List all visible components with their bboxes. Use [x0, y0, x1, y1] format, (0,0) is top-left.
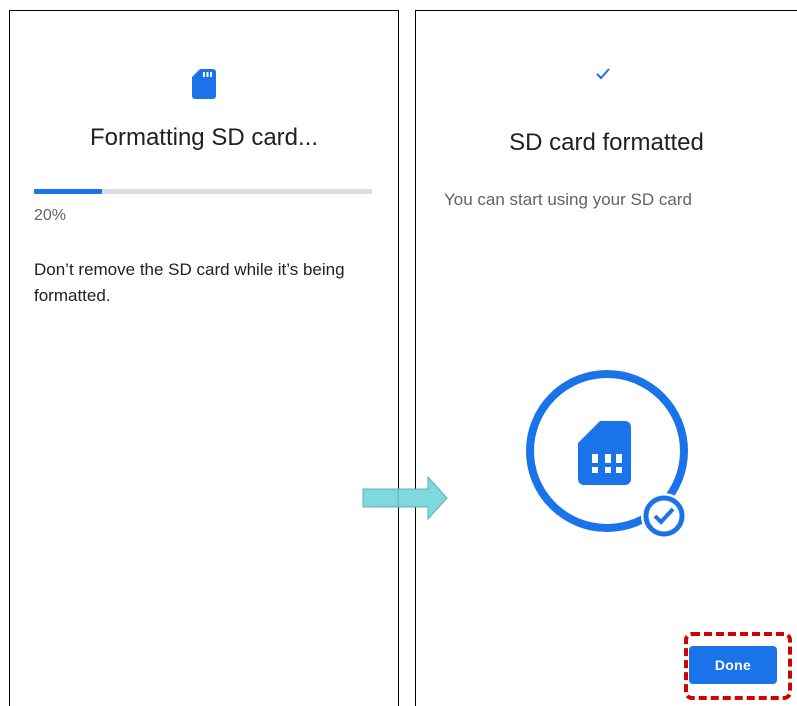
sd-card-icon [192, 69, 216, 99]
transition-arrow-icon [362, 476, 448, 520]
subtitle-text: You can start using your SD card [444, 190, 692, 209]
formatted-screen: SD card formatted You can start using yo… [415, 10, 797, 706]
checkmark-icon [596, 68, 610, 80]
warning-text: Don’t remove the SD card while it’s bein… [34, 260, 345, 305]
progress-bar [34, 189, 372, 194]
formatting-screen: Formatting SD card... 20% Don’t remove t… [9, 10, 399, 706]
page-title: SD card formatted [509, 129, 704, 156]
sd-card-icon [578, 421, 631, 485]
check-circle-icon [641, 493, 687, 539]
page-title: Formatting SD card... [89, 124, 319, 151]
progress-percentage: 20% [34, 207, 67, 224]
progress-bar-fill [34, 189, 102, 194]
done-button[interactable]: Done [689, 646, 777, 684]
sd-card-formatted-illustration [526, 370, 688, 539]
